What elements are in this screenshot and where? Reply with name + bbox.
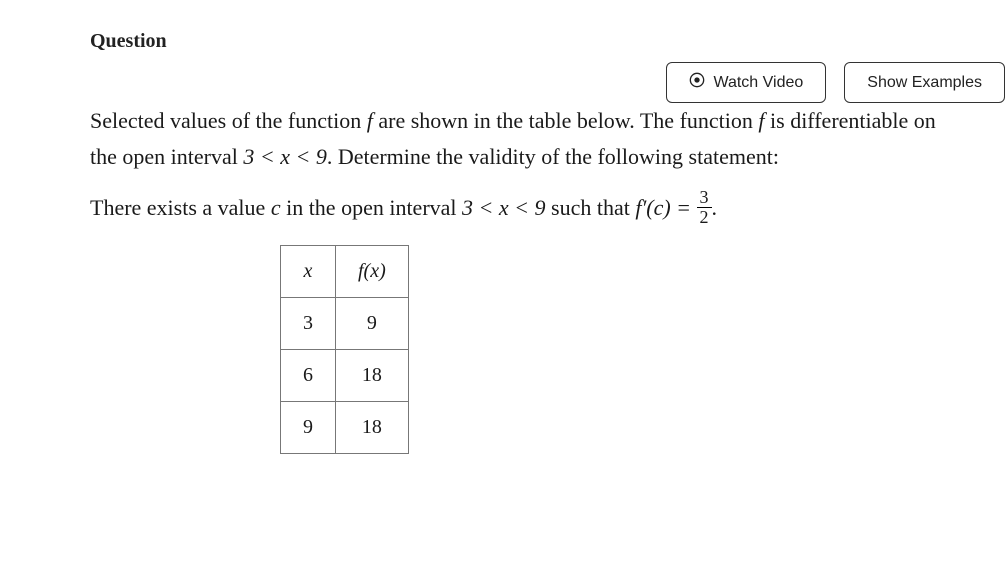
text-segment: are shown in the table below. The functi… [373, 108, 759, 133]
header-row: Question [90, 30, 955, 53]
math-c: c [271, 195, 281, 220]
table-row: 9 18 [281, 401, 409, 453]
watch-video-button[interactable]: Watch Video [666, 62, 826, 103]
problem-paragraph-2: There exists a value c in the open inter… [90, 190, 955, 229]
play-icon [689, 72, 705, 93]
question-label: Question [90, 30, 167, 53]
table-cell-fx: 18 [336, 401, 409, 453]
text-segment: such that [546, 195, 636, 220]
table-header-row: x f(x) [281, 245, 409, 297]
table-cell-x: 6 [281, 349, 336, 401]
table-header-fx: f(x) [336, 245, 409, 297]
table-cell-fx: 18 [336, 349, 409, 401]
math-fprime: f′(c) = [635, 195, 696, 220]
watch-video-label: Watch Video [713, 74, 803, 92]
math-fraction: 32 [697, 188, 712, 227]
problem-text: Selected values of the function f are sh… [90, 103, 955, 454]
table-header-x: x [281, 245, 336, 297]
table-cell-x: 9 [281, 401, 336, 453]
fraction-numerator: 3 [697, 188, 712, 208]
text-segment: in the open interval [281, 195, 462, 220]
fraction-denominator: 2 [697, 208, 712, 227]
text-segment: There exists a value [90, 195, 271, 220]
math-interval: 3 < x < 9 [462, 195, 545, 220]
text-segment: . Determine the validity of the followin… [327, 144, 779, 169]
function-values-table: x f(x) 3 9 6 18 9 18 [280, 245, 409, 454]
math-interval: 3 < x < 9 [243, 144, 326, 169]
text-segment: . [712, 195, 718, 220]
table-row: 6 18 [281, 349, 409, 401]
table-cell-fx: 9 [336, 297, 409, 349]
button-row: Watch Video Show Examples [666, 62, 1005, 103]
problem-paragraph-1: Selected values of the function f are sh… [90, 103, 955, 176]
table-cell-x: 3 [281, 297, 336, 349]
question-page: Question Watch Video Show Examples Selec… [0, 0, 1005, 586]
table-row: 3 9 [281, 297, 409, 349]
show-examples-label: Show Examples [867, 74, 982, 92]
show-examples-button[interactable]: Show Examples [844, 62, 1005, 103]
text-segment: Selected values of the function [90, 108, 367, 133]
